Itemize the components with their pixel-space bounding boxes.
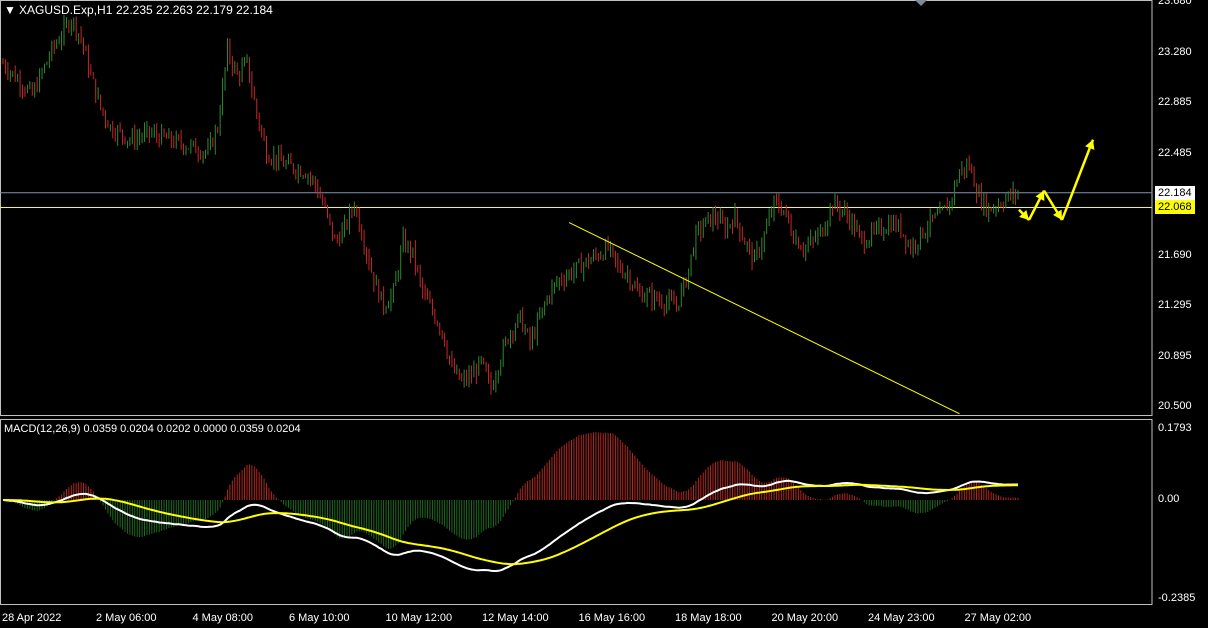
- resistance-price-tag: 22.068: [1155, 200, 1195, 215]
- time-axis-tick: 12 May 14:00: [482, 612, 549, 624]
- chart-svg: [0, 0, 1153, 605]
- ohlc-values: 22.235 22.263 22.179 22.184: [116, 3, 273, 17]
- time-axis-tick: 10 May 12:00: [385, 612, 453, 624]
- time-axis-tick: 6 May 10:00: [289, 612, 350, 624]
- time-axis-tick: 16 May 16:00: [578, 612, 646, 624]
- price-axis-tick: 21.295: [1158, 299, 1192, 311]
- price-axis-tick: 22.885: [1158, 96, 1192, 109]
- price-axis-tick: 21.690: [1158, 248, 1192, 261]
- price-panel-frame: [0, 0, 1153, 416]
- time-axis-tick: 2 May 06:00: [96, 612, 157, 624]
- dropdown-triangle-icon[interactable]: ▼: [4, 3, 16, 17]
- price-axis-tick: 20.500: [1158, 400, 1192, 413]
- symbol-timeframe: XAGUSD.Exp,H1: [19, 3, 113, 17]
- macd-axis-tick: -0.2385: [1158, 592, 1196, 604]
- scroll-marker-icon: [915, 0, 927, 6]
- macd-label: MACD(12,26,9) 0.0359 0.0204 0.0202 0.000…: [4, 423, 301, 435]
- macd-axis-tick: 0.1793: [1158, 422, 1192, 434]
- time-axis-tick: 20 May 20:00: [771, 612, 839, 624]
- current-price-tag: 22.184: [1155, 185, 1195, 200]
- signal-line: [3, 483, 1019, 566]
- macd-line: [2, 479, 1018, 572]
- time-axis-tick: 28 Apr 2022: [2, 612, 62, 624]
- price-axis-tick: 23.680: [1158, 0, 1192, 7]
- time-axis-tick: 27 May 02:00: [964, 612, 1032, 624]
- macd-axis-tick: 0.00: [1158, 493, 1180, 505]
- price-axis-tick: 20.895: [1158, 350, 1192, 362]
- price-axis-tick: 22.485: [1158, 147, 1192, 160]
- time-axis-tick: 4 May 08:00: [192, 612, 254, 624]
- price-axis-tick: 23.280: [1158, 45, 1192, 58]
- time-axis-tick: 18 May 18:00: [675, 612, 742, 624]
- time-axis-tick: 24 May 23:00: [868, 612, 935, 624]
